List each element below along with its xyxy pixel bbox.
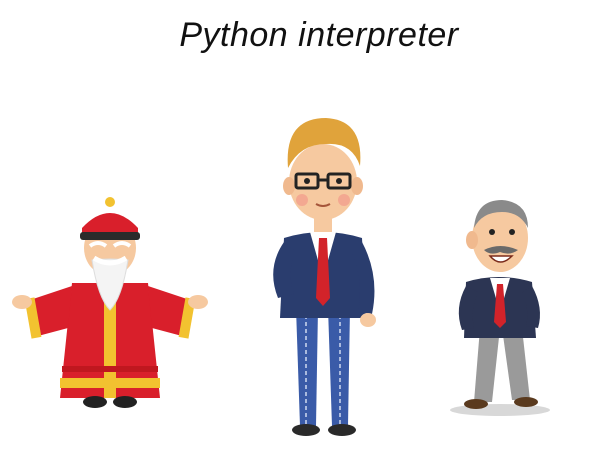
slide-title-text: Python interpreter	[179, 16, 459, 54]
slide-title: Python interpreter	[0, 16, 610, 55]
old-man-mustache-character-icon	[440, 188, 560, 423]
young-man-glasses-character-icon	[248, 108, 398, 443]
old-sage-character-icon	[10, 188, 210, 418]
